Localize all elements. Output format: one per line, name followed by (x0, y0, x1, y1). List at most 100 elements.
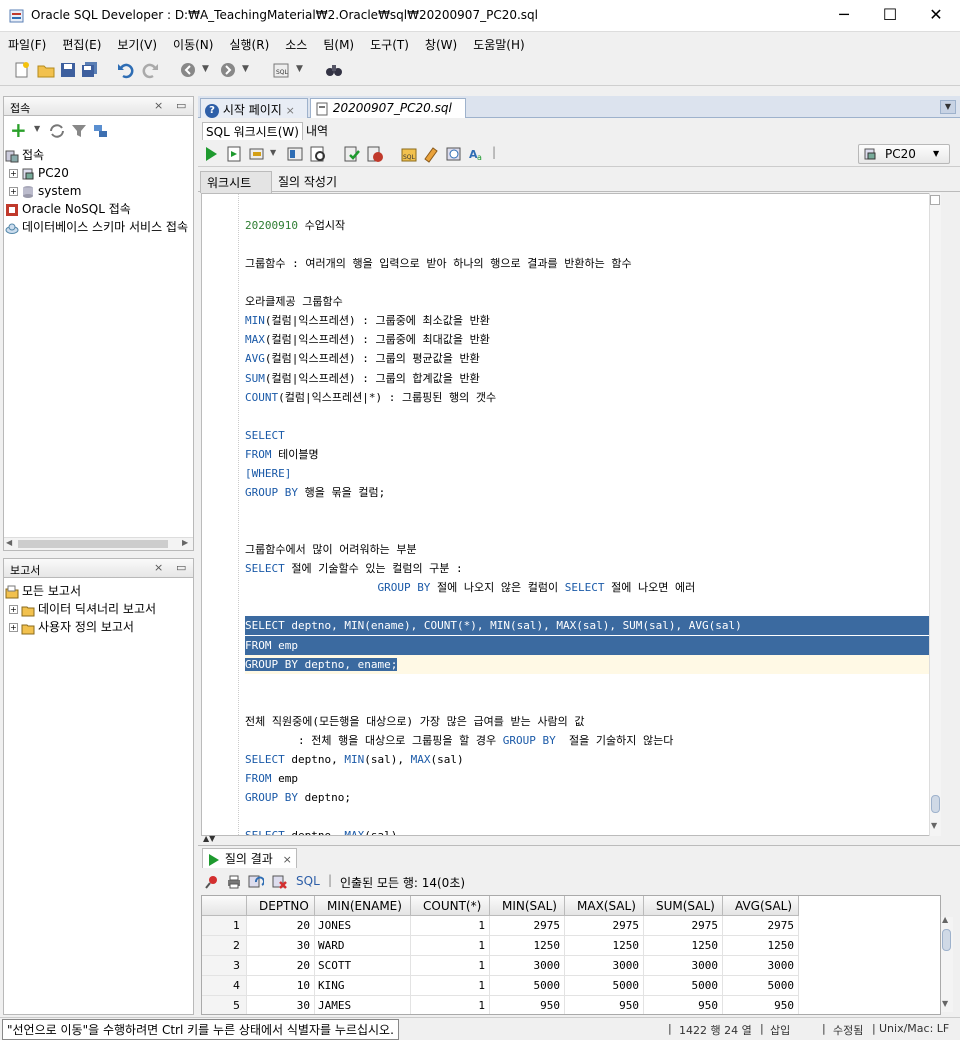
autotrace-dropdown-icon[interactable]: ▼ (270, 148, 276, 157)
cell-deptno[interactable]: 20 (247, 916, 315, 936)
menu-navigate[interactable]: 이동(N) (165, 33, 213, 53)
tab-close-icon[interactable]: × (286, 104, 295, 117)
save-icon[interactable] (58, 60, 78, 80)
grid-scroll-track[interactable]: ▲ ▼ (941, 915, 953, 1012)
editor-line[interactable]: SUM(컬럼|익스프레션) : 그룹의 합계값을 반환 (245, 369, 929, 388)
menu-run[interactable]: 실행(R) (221, 33, 269, 53)
reports-minimize-icon[interactable]: ▭ (176, 561, 186, 574)
binoculars-icon[interactable] (324, 60, 344, 80)
cell-avg-sal[interactable]: 950 (723, 996, 799, 1014)
editor-line[interactable]: FROM emp (245, 769, 929, 788)
cell-deptno[interactable]: 10 (247, 976, 315, 996)
cell-sum-sal[interactable]: 950 (644, 996, 723, 1014)
editor-splitter[interactable]: ▲▼ (201, 834, 941, 844)
tab-query-builder[interactable]: 질의 작성기 (278, 173, 337, 190)
expand-pc20-icon[interactable]: + (9, 169, 18, 178)
cell-avg-sal[interactable]: 2975 (723, 916, 799, 936)
close-button[interactable]: ✕ (913, 0, 959, 32)
editor-line[interactable]: MAX(컬럼|익스프레션) : 그룹중에 최대값을 반환 (245, 330, 929, 349)
undo-icon[interactable] (116, 60, 136, 80)
autotrace-icon[interactable] (248, 145, 266, 163)
tree-item-schema-service[interactable]: 데이터베이스 스키마 서비스 접속 (5, 218, 193, 236)
tree-item-pc20[interactable]: + PC20 (5, 164, 193, 182)
cell-min-sal[interactable]: 1250 (490, 936, 565, 956)
editor-line[interactable]: MIN(컬럼|익스프레션) : 그룹중에 최소값을 반환 (245, 311, 929, 330)
column-header-avg-sal[interactable]: AVG(SAL) (723, 896, 799, 916)
menu-window[interactable]: 창(W) (417, 33, 457, 53)
cell-sum-sal[interactable]: 1250 (644, 936, 723, 956)
subtab-history[interactable]: 내역 (306, 122, 328, 139)
back-dropdown-icon[interactable]: ▼ (202, 64, 209, 74)
editor-line[interactable] (245, 597, 929, 616)
editor-line[interactable]: AVG(컬럼|익스프레션) : 그룹의 평균값을 반환 (245, 349, 929, 368)
editor-line[interactable]: GROUP BY 행을 묶을 컬럼; (245, 483, 929, 502)
scroll-left-icon[interactable]: ◀ (6, 538, 12, 547)
back-icon[interactable] (178, 60, 198, 80)
tree-item-user-reports[interactable]: + 사용자 정의 보고서 (5, 618, 193, 636)
tree-item-nosql[interactable]: Oracle NoSQL 접속 (5, 200, 193, 218)
filter-icon[interactable] (70, 122, 88, 140)
new-file-icon[interactable] (12, 60, 32, 80)
editor-line[interactable]: SELECT deptno, MAX(sal) (245, 826, 929, 835)
editor-line[interactable] (245, 521, 929, 540)
sql-tuning-icon[interactable]: SQL (400, 145, 418, 163)
scroll-down-icon[interactable]: ▼ (931, 821, 937, 830)
editor-line[interactable] (245, 807, 929, 826)
connections-minimize-icon[interactable]: ▭ (176, 99, 186, 112)
cell-max-sal[interactable]: 950 (565, 996, 644, 1014)
cell-deptno[interactable]: 20 (247, 956, 315, 976)
editor-line[interactable]: 전체 직원중에(모든행을 대상으로) 가장 많은 급여를 받는 사람의 값 (245, 712, 929, 731)
cell-count[interactable]: 1 (411, 976, 490, 996)
editor-line[interactable]: GROUP BY deptno, ename; (245, 654, 929, 674)
refresh-results-icon[interactable] (248, 874, 264, 890)
menu-team[interactable]: 팀(M) (315, 33, 354, 53)
cell-max-sal[interactable]: 5000 (565, 976, 644, 996)
editor-vscrollbar[interactable]: ▼ (929, 193, 941, 836)
cell-min-ename[interactable]: WARD (315, 936, 411, 956)
editor-line[interactable]: 오라클제공 그룹함수 (245, 292, 929, 311)
run-script-icon[interactable] (225, 145, 243, 163)
cell-max-sal[interactable]: 2975 (565, 916, 644, 936)
menu-file[interactable]: 파일(F) (0, 33, 46, 53)
table-row[interactable]: 3 20 SCOTT 1 3000 3000 3000 3000 (202, 956, 940, 976)
cell-avg-sal[interactable]: 5000 (723, 976, 799, 996)
vscroll-thumb[interactable] (931, 795, 940, 813)
editor-line[interactable]: [WHERE] (245, 464, 929, 483)
grid-vscroll-thumb[interactable] (942, 929, 951, 951)
table-row[interactable]: 4 10 KING 1 5000 5000 5000 5000 (202, 976, 940, 996)
editor-line[interactable] (245, 674, 929, 693)
cell-sum-sal[interactable]: 2975 (644, 916, 723, 936)
pin-icon[interactable] (204, 874, 220, 890)
tab-sql-file[interactable]: 20200907_PC20.sql × (310, 98, 466, 130)
cell-count[interactable]: 1 (411, 916, 490, 936)
run-statement-icon[interactable] (202, 145, 220, 163)
editor-line[interactable]: 20200910 수업시작 (245, 216, 929, 235)
editor-line[interactable]: : 전체 행을 대상으로 그룹핑을 할 경우 GROUP BY 절을 기술하지 … (245, 731, 929, 750)
tab-close-icon[interactable]: × (283, 853, 292, 866)
explain-plan-icon[interactable] (309, 145, 327, 163)
connection-select[interactable]: PC20 ▼ (858, 144, 950, 164)
tree-root-connections[interactable]: 접속 (5, 146, 193, 164)
column-header-max-sal[interactable]: MAX(SAL) (565, 896, 644, 916)
editor-bookmark-box[interactable] (930, 195, 940, 205)
add-connection-icon[interactable]: + (10, 118, 27, 142)
tree-item-system[interactable]: + system (5, 182, 193, 200)
editor-line[interactable]: 그룹함수 : 여러개의 행을 입력으로 받아 하나의 행으로 결과를 반환하는 … (245, 254, 929, 273)
connections-close-icon[interactable]: × (154, 99, 163, 112)
open-folder-icon[interactable] (36, 60, 56, 80)
expand-user-reports-icon[interactable]: + (9, 623, 18, 632)
scroll-up-icon[interactable]: ▲ (942, 915, 948, 924)
connections-hscrollbar[interactable]: ◀ ▶ (4, 537, 193, 550)
cancel-query-icon[interactable] (272, 874, 288, 890)
cell-sum-sal[interactable]: 3000 (644, 956, 723, 976)
print-icon[interactable] (226, 874, 242, 890)
cell-count[interactable]: 1 (411, 956, 490, 976)
cell-min-sal[interactable]: 2975 (490, 916, 565, 936)
maximize-button[interactable]: ☐ (867, 0, 913, 32)
forward-icon[interactable] (218, 60, 238, 80)
sql-worksheet-icon[interactable]: SQL (272, 60, 292, 80)
sql-link[interactable]: SQL (296, 874, 320, 888)
editor-line[interactable]: COUNT(컬럼|익스프레션|*) : 그룹핑된 행의 갯수 (245, 388, 929, 407)
hscroll-thumb[interactable] (18, 540, 168, 548)
commit-transaction-icon[interactable] (343, 145, 361, 163)
